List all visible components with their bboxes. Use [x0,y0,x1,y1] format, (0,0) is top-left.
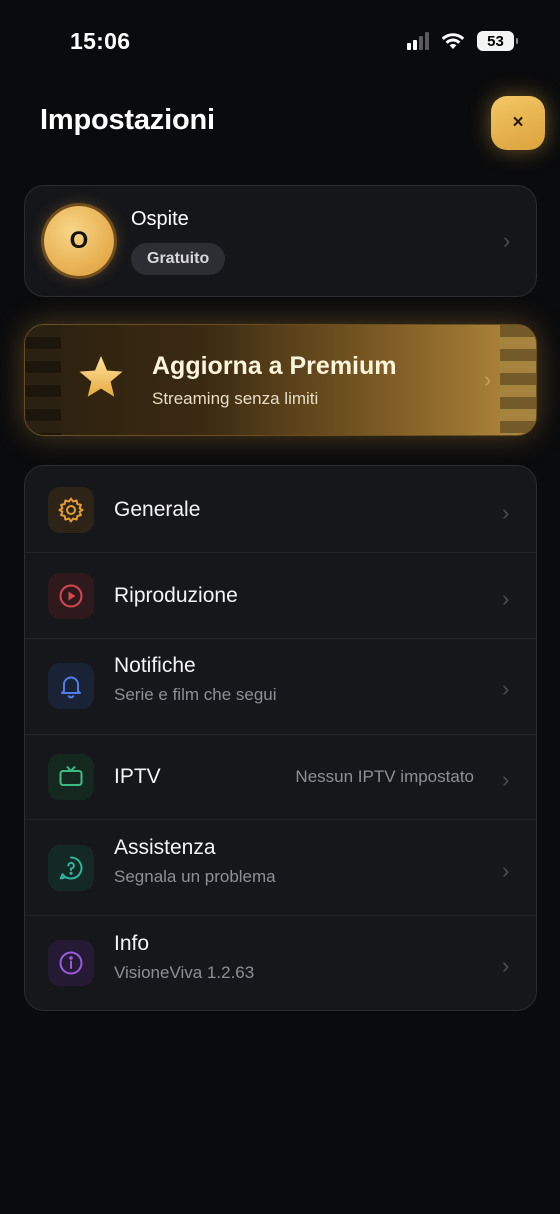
play-circle-icon [48,573,94,619]
help-chat-icon [48,845,94,891]
cellular-signal-icon [407,32,429,50]
settings-row-riproduzione[interactable]: Riproduzione › [25,553,536,639]
tv-icon [48,754,94,800]
settings-row-iptv[interactable]: IPTV Nessun IPTV impostato › [25,735,536,820]
chevron-right-icon: › [502,500,510,525]
profile-card[interactable]: O Ospite Gratuito › [24,185,537,297]
page-title: Impostazioni [40,104,215,136]
row-subtitle: Serie e film che segui [114,685,277,704]
chevron-right-icon: › [502,676,510,701]
gear-icon [48,487,94,533]
premium-subtitle: Streaming senza limiti [152,389,319,408]
chevron-right-icon: › [502,586,510,611]
chevron-right-icon: › [502,858,510,883]
row-title: Riproduzione [114,584,238,607]
settings-row-generale[interactable]: Generale › [25,466,536,553]
close-icon: × [512,112,524,133]
row-value: Nessun IPTV impostato [295,767,474,786]
close-button[interactable]: × [491,96,545,150]
wifi-icon [441,33,465,49]
chevron-right-icon: › [502,953,510,978]
row-title: Info [114,932,150,955]
settings-row-assistenza[interactable]: Assistenza Segnala un problema › [25,820,536,916]
settings-list: Generale › Riproduzione › Notifiche Seri… [24,465,537,1011]
avatar: O [44,206,114,276]
profile-name: Ospite [131,208,189,230]
settings-row-info[interactable]: Info VisioneViva 1.2.63 › [25,916,536,1010]
status-icons: 53 [407,31,518,51]
film-strip-decoration [25,325,61,435]
premium-title: Aggiorna a Premium [152,352,397,380]
settings-row-notifiche[interactable]: Notifiche Serie e film che segui › [25,639,536,734]
row-title: Assistenza [114,836,216,859]
plan-badge: Gratuito [131,243,226,275]
row-title: Generale [114,498,201,521]
row-title: Notifiche [114,654,196,677]
film-strip-decoration [500,325,536,435]
info-icon [48,940,94,986]
row-subtitle: Segnala un problema [114,867,276,886]
chevron-right-icon: › [503,228,511,253]
star-icon [79,356,123,397]
premium-upgrade-banner[interactable]: Aggiorna a Premium Streaming senza limit… [24,324,537,436]
status-time: 15:06 [70,28,131,54]
bell-icon [48,663,94,709]
status-bar: 15:06 53 [0,0,560,84]
battery-indicator: 53 [477,31,518,51]
chevron-right-icon: › [484,367,492,392]
chevron-right-icon: › [502,767,510,792]
row-title: IPTV [114,765,161,788]
row-subtitle: VisioneViva 1.2.63 [114,963,255,982]
